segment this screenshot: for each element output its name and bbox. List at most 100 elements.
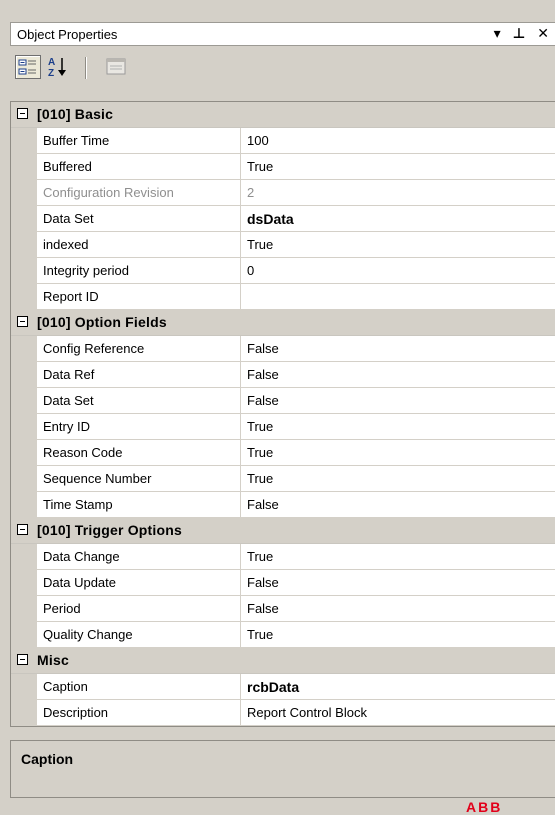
category-row[interactable]: [010] Basic (11, 102, 555, 128)
categorized-icon (18, 59, 36, 75)
property-row[interactable]: Data Set dsData (11, 206, 555, 232)
row-gutter (11, 284, 37, 310)
column-divider[interactable] (240, 466, 241, 492)
column-divider[interactable] (240, 206, 241, 232)
column-divider[interactable] (240, 336, 241, 362)
collapse-toggle-icon[interactable] (17, 316, 28, 327)
property-value[interactable]: rcbData (247, 679, 299, 695)
column-divider[interactable] (240, 570, 241, 596)
property-name: Period (43, 601, 81, 616)
property-value[interactable]: 0 (247, 263, 254, 278)
property-row[interactable]: Report ID (11, 284, 555, 310)
property-row[interactable]: Data Set False (11, 388, 555, 414)
property-row[interactable]: Description Report Control Block (11, 700, 555, 726)
property-row[interactable]: indexed True (11, 232, 555, 258)
property-value[interactable]: False (247, 575, 279, 590)
property-pages-button[interactable] (104, 55, 130, 79)
column-divider[interactable] (240, 362, 241, 388)
row-gutter (11, 596, 37, 622)
property-name: Entry ID (43, 419, 90, 434)
collapse-toggle-icon[interactable] (17, 524, 28, 535)
column-divider[interactable] (240, 414, 241, 440)
abb-logo: ABB (466, 799, 503, 815)
row-gutter (11, 440, 37, 466)
panel-window-buttons[interactable]: ▾ ⊥ ✕ (494, 25, 553, 42)
column-divider[interactable] (240, 544, 241, 570)
property-row[interactable]: Reason Code True (11, 440, 555, 466)
property-value[interactable]: False (247, 393, 279, 408)
property-row[interactable]: Buffered True (11, 154, 555, 180)
column-divider[interactable] (240, 154, 241, 180)
property-name: Reason Code (43, 445, 123, 460)
property-value: 2 (247, 185, 255, 200)
property-row[interactable]: Entry ID True (11, 414, 555, 440)
property-row[interactable]: Caption rcbData (11, 674, 555, 700)
svg-text:A: A (48, 57, 55, 68)
categorized-view-button[interactable] (15, 55, 41, 79)
property-name: Buffer Time (43, 133, 110, 148)
row-gutter (11, 206, 37, 232)
row-gutter (11, 544, 37, 570)
property-row[interactable]: Integrity period 0 (11, 258, 555, 284)
property-value[interactable]: True (247, 627, 273, 642)
column-divider[interactable] (240, 284, 241, 310)
column-divider[interactable] (240, 674, 241, 700)
column-divider[interactable] (240, 388, 241, 414)
property-value[interactable]: 100 (247, 133, 269, 148)
property-value[interactable]: False (247, 341, 279, 356)
property-value[interactable]: dsData (247, 211, 294, 227)
property-name: indexed (43, 237, 89, 252)
property-row[interactable]: Data Update False (11, 570, 555, 596)
row-gutter (11, 622, 37, 648)
property-value[interactable]: True (247, 549, 273, 564)
column-divider[interactable] (240, 232, 241, 258)
property-row[interactable]: Configuration Revision 2 (11, 180, 555, 206)
property-value[interactable]: True (247, 237, 273, 252)
property-value[interactable]: True (247, 419, 273, 434)
property-row[interactable]: Data Change True (11, 544, 555, 570)
property-row[interactable]: Data Ref False (11, 362, 555, 388)
column-divider[interactable] (240, 440, 241, 466)
category-row[interactable]: Misc (11, 648, 555, 674)
row-gutter (11, 674, 37, 700)
collapse-toggle-icon[interactable] (17, 654, 28, 665)
column-divider[interactable] (240, 128, 241, 154)
row-gutter (11, 232, 37, 258)
property-row[interactable]: Config Reference False (11, 336, 555, 362)
property-row[interactable]: Buffer Time 100 (11, 128, 555, 154)
property-grid[interactable]: [010] Basic Buffer Time 100 Buffered True Con… (10, 101, 555, 727)
property-value[interactable]: True (247, 471, 273, 486)
column-divider[interactable] (240, 492, 241, 518)
row-gutter (11, 414, 37, 440)
property-row[interactable]: Quality Change True (11, 622, 555, 648)
category-label: [010] Option Fields (37, 314, 167, 330)
property-row[interactable]: Period False (11, 596, 555, 622)
row-gutter (11, 128, 37, 154)
column-divider[interactable] (240, 700, 241, 726)
row-gutter (11, 336, 37, 362)
property-row[interactable]: Sequence Number True (11, 466, 555, 492)
property-name: Configuration Revision (43, 185, 174, 200)
property-row[interactable]: Time Stamp False (11, 492, 555, 518)
property-name: Data Set (43, 211, 94, 226)
property-value[interactable]: True (247, 159, 273, 174)
row-gutter (11, 570, 37, 596)
category-row[interactable]: [010] Option Fields (11, 310, 555, 336)
row-gutter (11, 362, 37, 388)
property-name: Quality Change (43, 627, 133, 642)
collapse-toggle-icon[interactable] (17, 108, 28, 119)
column-divider[interactable] (240, 258, 241, 284)
column-divider[interactable] (240, 596, 241, 622)
property-value[interactable]: False (247, 367, 279, 382)
column-divider[interactable] (240, 180, 241, 206)
category-row[interactable]: [010] Trigger Options (11, 518, 555, 544)
column-divider[interactable] (240, 622, 241, 648)
alphabetical-sort-button[interactable]: A Z (46, 55, 72, 79)
property-value[interactable]: True (247, 445, 273, 460)
property-value[interactable]: False (247, 497, 279, 512)
toolbar-separator (85, 57, 87, 79)
svg-text:Z: Z (48, 68, 54, 79)
property-name: Integrity period (43, 263, 129, 278)
property-value[interactable]: False (247, 601, 279, 616)
property-value[interactable]: Report Control Block (247, 705, 367, 720)
